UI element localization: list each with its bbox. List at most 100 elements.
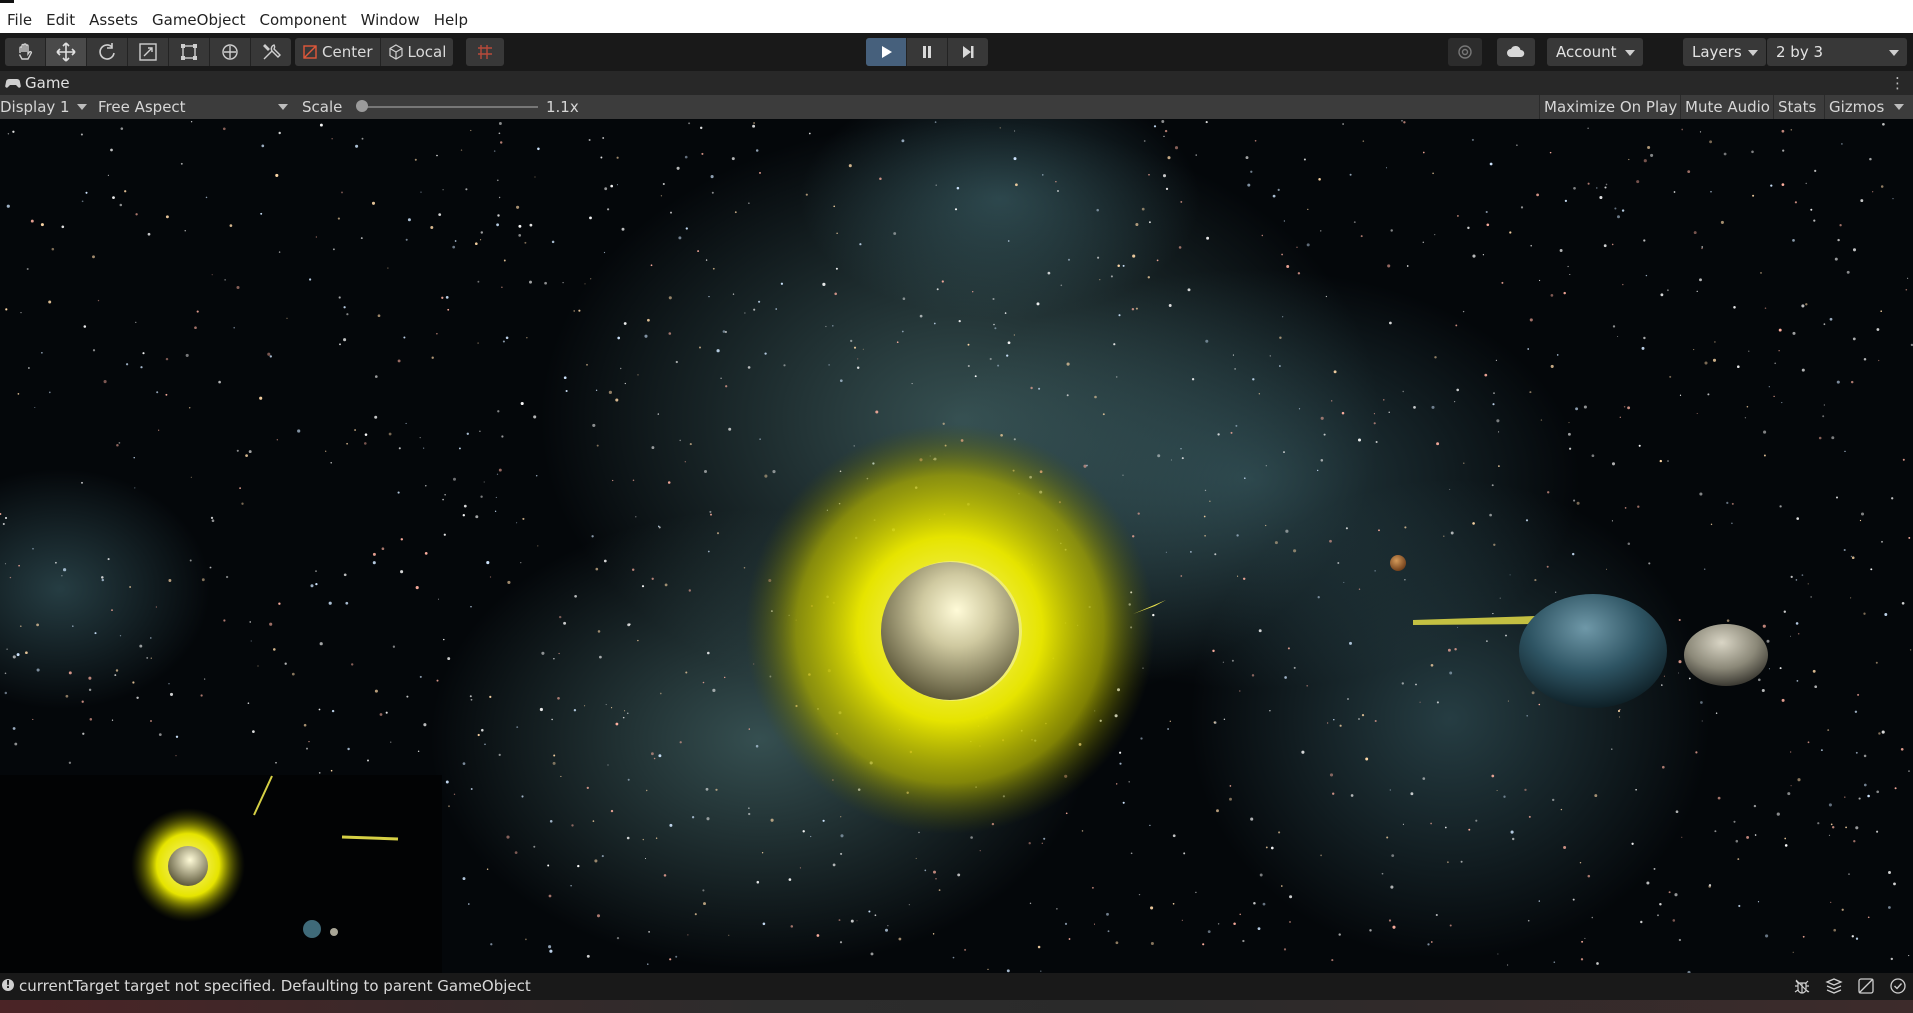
- pause-button[interactable]: [906, 38, 947, 66]
- star: [1797, 633, 1800, 635]
- layout-dropdown[interactable]: 2 by 3: [1767, 38, 1907, 66]
- star: [1229, 785, 1232, 787]
- star: [1890, 957, 1893, 961]
- star: [32, 718, 34, 720]
- pivot-rotation-toggle[interactable]: Local: [379, 38, 454, 66]
- star: [563, 376, 567, 380]
- account-dropdown[interactable]: Account: [1547, 38, 1643, 66]
- star: [1766, 639, 1770, 643]
- rotate-tool-button[interactable]: [87, 38, 128, 66]
- star: [1855, 937, 1859, 940]
- star: [675, 955, 678, 958]
- check-circle-icon[interactable]: [1889, 977, 1907, 995]
- star: [1374, 719, 1377, 723]
- star: [964, 948, 967, 951]
- play-button[interactable]: [866, 38, 906, 66]
- star: [1810, 596, 1812, 598]
- star: [529, 280, 532, 284]
- tab-game[interactable]: Game: [0, 71, 70, 95]
- mute-audio-button[interactable]: Mute Audio: [1680, 95, 1774, 119]
- star: [1358, 588, 1361, 590]
- menu-help[interactable]: Help: [427, 9, 475, 31]
- star: [748, 807, 750, 809]
- star: [702, 889, 705, 892]
- star: [1456, 388, 1460, 392]
- game-viewport[interactable]: [0, 119, 1913, 973]
- bug-icon[interactable]: [1793, 977, 1811, 995]
- star: [1430, 663, 1434, 667]
- star: [911, 383, 913, 385]
- star: [699, 126, 703, 130]
- gizmos-button[interactable]: Gizmos: [1824, 95, 1888, 119]
- panel-menu-icon[interactable]: ⋮: [1890, 74, 1905, 92]
- star: [604, 187, 608, 191]
- custom-tool-button[interactable]: [251, 38, 291, 66]
- star: [1110, 275, 1113, 278]
- star: [1667, 460, 1669, 462]
- star: [606, 208, 610, 211]
- star: [1773, 395, 1775, 398]
- star: [436, 333, 438, 335]
- star: [1147, 276, 1150, 279]
- scale-tool-button[interactable]: [128, 38, 169, 66]
- display-dropdown[interactable]: Display 1: [0, 95, 90, 119]
- star: [1066, 394, 1069, 397]
- hand-tool-button[interactable]: [5, 38, 46, 66]
- star: [1307, 208, 1309, 211]
- star: [678, 236, 682, 240]
- star: [1247, 183, 1251, 187]
- menu-gameobject[interactable]: GameObject: [145, 9, 253, 31]
- star: [1254, 139, 1257, 142]
- star: [424, 552, 428, 555]
- status-icons: [1793, 977, 1907, 995]
- scale-slider-track[interactable]: [360, 106, 538, 108]
- star: [1714, 341, 1716, 343]
- star: [260, 212, 263, 215]
- star: [1606, 568, 1607, 570]
- rect-tool-button[interactable]: [169, 38, 210, 66]
- menu-window[interactable]: Window: [354, 9, 427, 31]
- star: [1635, 789, 1637, 791]
- undo-history-button[interactable]: [1448, 38, 1482, 66]
- star: [548, 894, 552, 898]
- star: [1833, 928, 1837, 932]
- step-button[interactable]: [947, 38, 988, 66]
- star: [111, 609, 113, 611]
- menu-edit[interactable]: Edit: [39, 9, 82, 31]
- layers-stack-icon[interactable]: [1825, 977, 1843, 995]
- menu-assets[interactable]: Assets: [82, 9, 145, 31]
- menu-component[interactable]: Component: [253, 9, 354, 31]
- star: [252, 730, 255, 733]
- star: [1239, 690, 1241, 692]
- star: [764, 474, 768, 478]
- star: [1857, 693, 1860, 696]
- inspector-icon[interactable]: [1857, 977, 1875, 995]
- layers-dropdown[interactable]: Layers: [1683, 38, 1766, 66]
- star: [553, 754, 556, 757]
- grid-snap-button[interactable]: [466, 38, 504, 66]
- maximize-on-play-button[interactable]: Maximize On Play: [1539, 95, 1681, 119]
- star: [761, 852, 764, 854]
- aspect-dropdown[interactable]: Free Aspect: [98, 95, 290, 119]
- star: [1391, 854, 1395, 857]
- star: [225, 575, 229, 579]
- move-tool-button[interactable]: [46, 38, 87, 66]
- star: [364, 442, 367, 445]
- star: [1283, 220, 1286, 222]
- star: [135, 213, 138, 216]
- pivot-mode-toggle[interactable]: Center: [295, 38, 380, 66]
- star: [1013, 334, 1015, 336]
- status-message[interactable]: currentTarget target not specified. Defa…: [19, 977, 531, 995]
- star: [1007, 240, 1010, 242]
- stats-button[interactable]: Stats: [1773, 95, 1820, 119]
- scale-slider-handle[interactable]: [356, 100, 368, 112]
- star: [2, 522, 5, 526]
- transform-tool-button[interactable]: [210, 38, 251, 66]
- star: [645, 789, 648, 792]
- star: [431, 356, 434, 359]
- star: [1812, 669, 1816, 673]
- cloud-button[interactable]: [1497, 38, 1535, 66]
- star: [1122, 264, 1125, 267]
- menu-file[interactable]: File: [0, 9, 39, 31]
- gizmos-chevron-icon[interactable]: [1894, 104, 1904, 110]
